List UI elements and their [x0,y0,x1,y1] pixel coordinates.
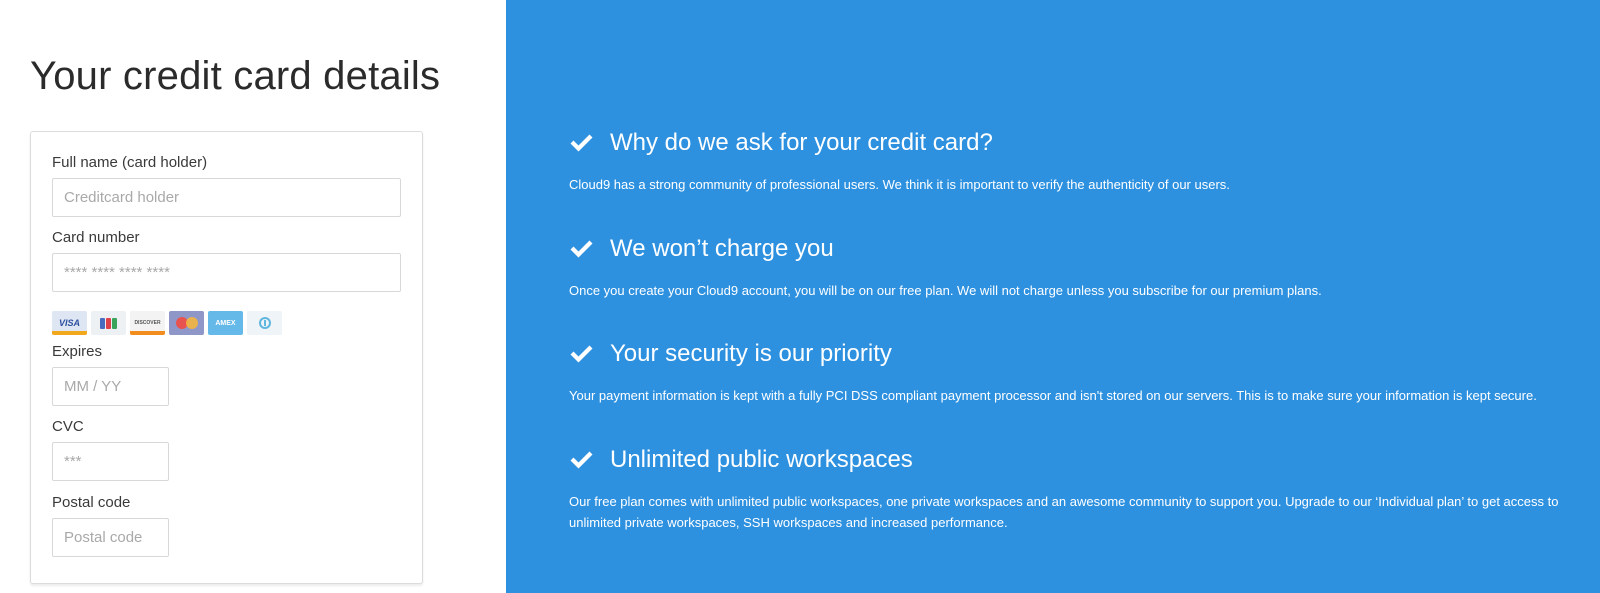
cvc-input[interactable] [52,442,169,481]
benefit-title: We won’t charge you [610,235,834,262]
benefit-title: Your security is our priority [610,340,892,367]
check-icon [570,345,593,363]
check-icon [570,240,593,258]
benefit-text: Our free plan comes with unlimited publi… [569,494,1559,530]
benefits-panel: Why do we ask for your credit card? Clou… [506,0,1600,593]
benefit-item: We won’t charge you Once you create your… [569,234,1579,301]
benefit-item: Your security is our priority Your payme… [569,339,1579,406]
diners-club-card-icon [247,311,282,335]
page-title: Your credit card details [30,54,441,98]
discover-logo-text: DISCOVER [134,320,161,326]
card-holder-label: Full name (card holder) [52,154,208,171]
accepted-cards: VISA DISCOVER AMEX [52,311,282,335]
credit-card-form-pane: Your credit card details Full name (card… [0,0,506,593]
visa-card-icon: VISA [52,311,87,335]
expires-input[interactable] [52,367,169,406]
mastercard-card-icon [169,311,204,335]
benefit-title: Why do we ask for your credit card? [610,129,993,156]
check-icon [570,134,593,152]
card-number-input[interactable] [52,253,401,292]
postal-code-input[interactable] [52,518,169,557]
discover-card-icon: DISCOVER [130,311,165,335]
benefit-item: Unlimited public workspaces Our free pla… [569,445,1579,533]
visa-logo-text: VISA [58,318,80,328]
check-icon [570,451,593,469]
jcb-card-icon [91,311,126,335]
benefit-text: Your payment information is kept with a … [569,388,1537,403]
card-number-label: Card number [52,229,140,246]
amex-logo-text: AMEX [215,319,236,327]
payment-page: Your credit card details Full name (card… [0,0,1600,593]
expires-label: Expires [52,343,103,360]
benefit-text: Cloud9 has a strong community of profess… [569,177,1230,192]
card-holder-input[interactable] [52,178,401,217]
postal-code-label: Postal code [52,494,131,511]
credit-card-form: Full name (card holder) Card number VISA… [30,131,423,584]
amex-card-icon: AMEX [208,311,243,335]
benefit-text: Once you create your Cloud9 account, you… [569,283,1322,298]
benefit-item: Why do we ask for your credit card? Clou… [569,128,1579,195]
cvc-label: CVC [52,418,84,435]
benefit-title: Unlimited public workspaces [610,446,913,473]
